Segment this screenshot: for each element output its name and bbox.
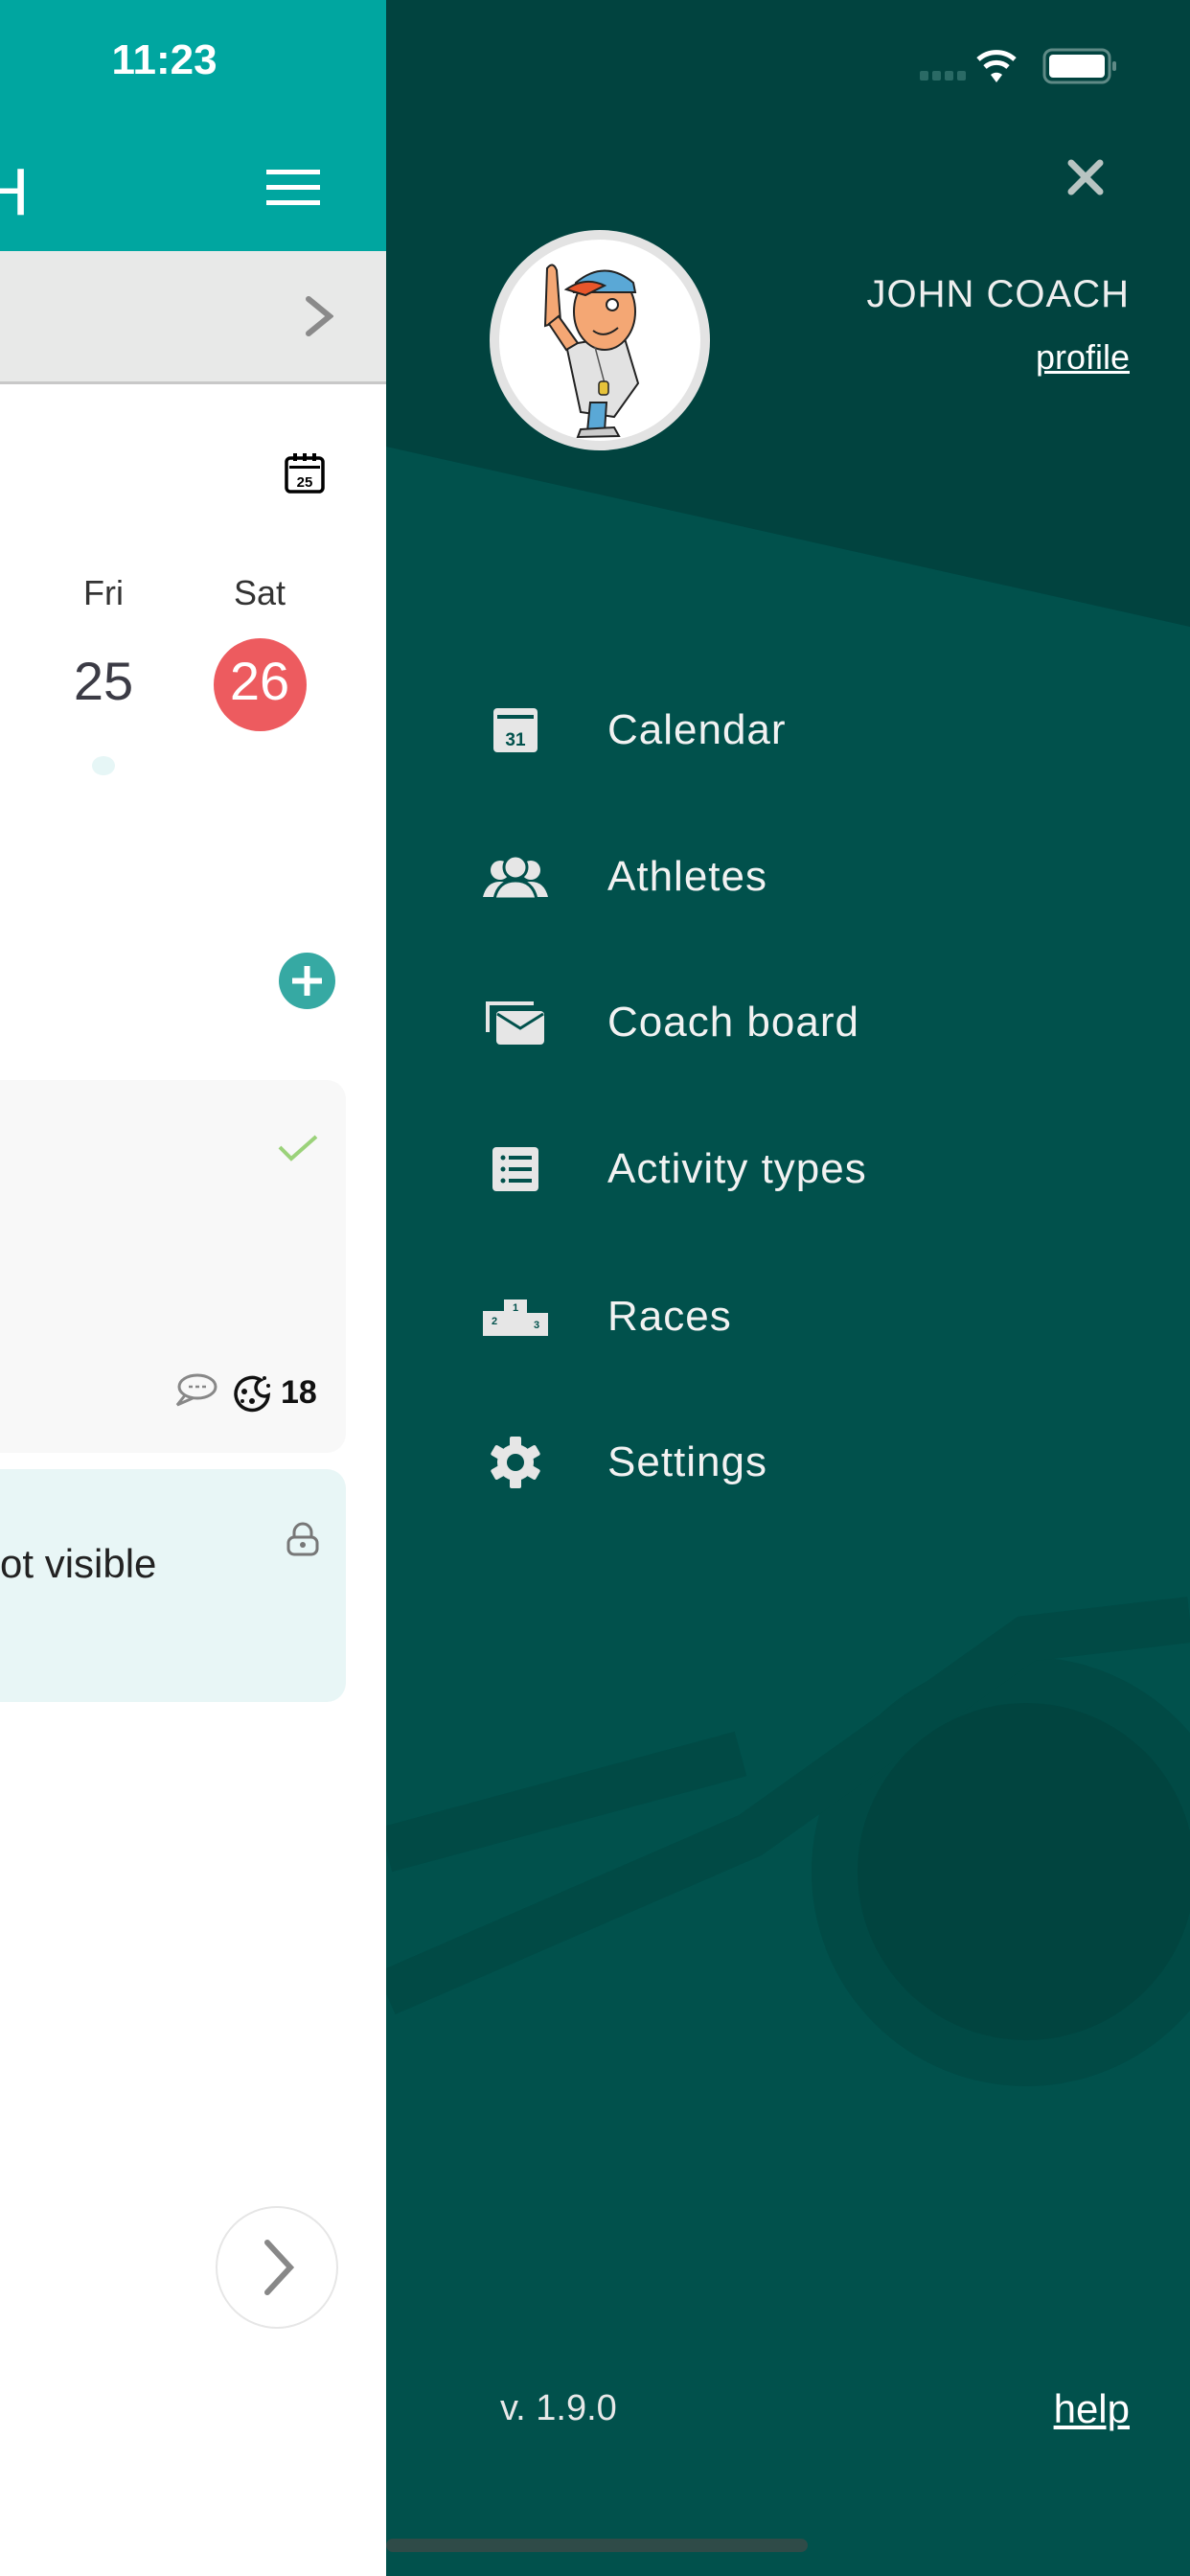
svg-text:3: 3 (534, 1320, 539, 1331)
gear-icon (482, 1429, 549, 1496)
close-icon[interactable] (1066, 158, 1105, 196)
battery-icon (1042, 48, 1116, 84)
profile-link[interactable]: profile (1036, 337, 1130, 378)
private-card-text: ot visible (0, 1541, 157, 1586)
cookie-icon (234, 1375, 271, 1413)
check-icon (278, 1135, 318, 1162)
plus-icon (292, 966, 322, 996)
event-dot (92, 756, 115, 775)
home-indicator[interactable] (386, 2539, 808, 2552)
menu-item-activity-types[interactable]: Activity types (482, 1121, 1153, 1217)
lock-icon (286, 1522, 319, 1556)
podium-icon: 1 2 3 (482, 1283, 549, 1350)
coach-cartoon-avatar (543, 264, 640, 439)
menu-label: Settings (607, 1438, 767, 1485)
menu-item-settings[interactable]: Settings (482, 1414, 1153, 1510)
menu-icon[interactable] (266, 170, 320, 206)
day-name-sat: Sat (233, 573, 286, 612)
day-number-sat[interactable]: 26 (202, 650, 317, 712)
calendar-icon-day: 25 (297, 474, 313, 491)
menu-item-coach-board[interactable]: Coach board (482, 975, 1153, 1070)
calendar-today-icon[interactable]: 25 (284, 452, 326, 494)
menu-label: Coach board (607, 999, 859, 1046)
mail-icon (482, 989, 549, 1056)
calendar-icon: 31 (482, 697, 549, 764)
avatar[interactable] (490, 230, 710, 450)
svg-text:2: 2 (492, 1316, 497, 1327)
chevron-right-icon (264, 2240, 295, 2295)
header-title: H (0, 154, 30, 229)
menu-label: Athletes (607, 853, 767, 900)
day-name-fri: Fri (83, 573, 124, 612)
next-button[interactable] (216, 2206, 338, 2329)
chat-icon[interactable] (175, 1372, 217, 1409)
svg-text:1: 1 (513, 1302, 518, 1314)
status-indicators (918, 46, 1148, 89)
day-number-fri[interactable]: 25 (46, 650, 161, 712)
menu-label: Races (607, 1293, 732, 1340)
signal-icon (920, 71, 966, 80)
navigation-drawer: JOHN COACH profile 31 Calendar Athletes … (386, 0, 1190, 2576)
list-icon (482, 1136, 549, 1203)
menu-item-races[interactable]: 1 2 3 Races (482, 1269, 1153, 1365)
help-link[interactable]: help (1054, 2386, 1130, 2432)
status-time: 11:23 (111, 36, 217, 83)
menu-label: Activity types (607, 1145, 867, 1192)
user-name: JOHN COACH (866, 273, 1130, 315)
stat-value: 18 (281, 1374, 317, 1411)
app-version: v. 1.9.0 (500, 2388, 617, 2428)
people-icon (482, 843, 549, 910)
calendar-icon-text: 31 (505, 730, 526, 750)
chevron-right-icon[interactable] (305, 295, 333, 337)
wifi-icon (976, 50, 1017, 82)
menu-item-athletes[interactable]: Athletes (482, 829, 1153, 925)
menu-label: Calendar (607, 706, 787, 753)
menu-item-calendar[interactable]: 31 Calendar (482, 682, 1153, 778)
add-button[interactable] (279, 953, 335, 1009)
